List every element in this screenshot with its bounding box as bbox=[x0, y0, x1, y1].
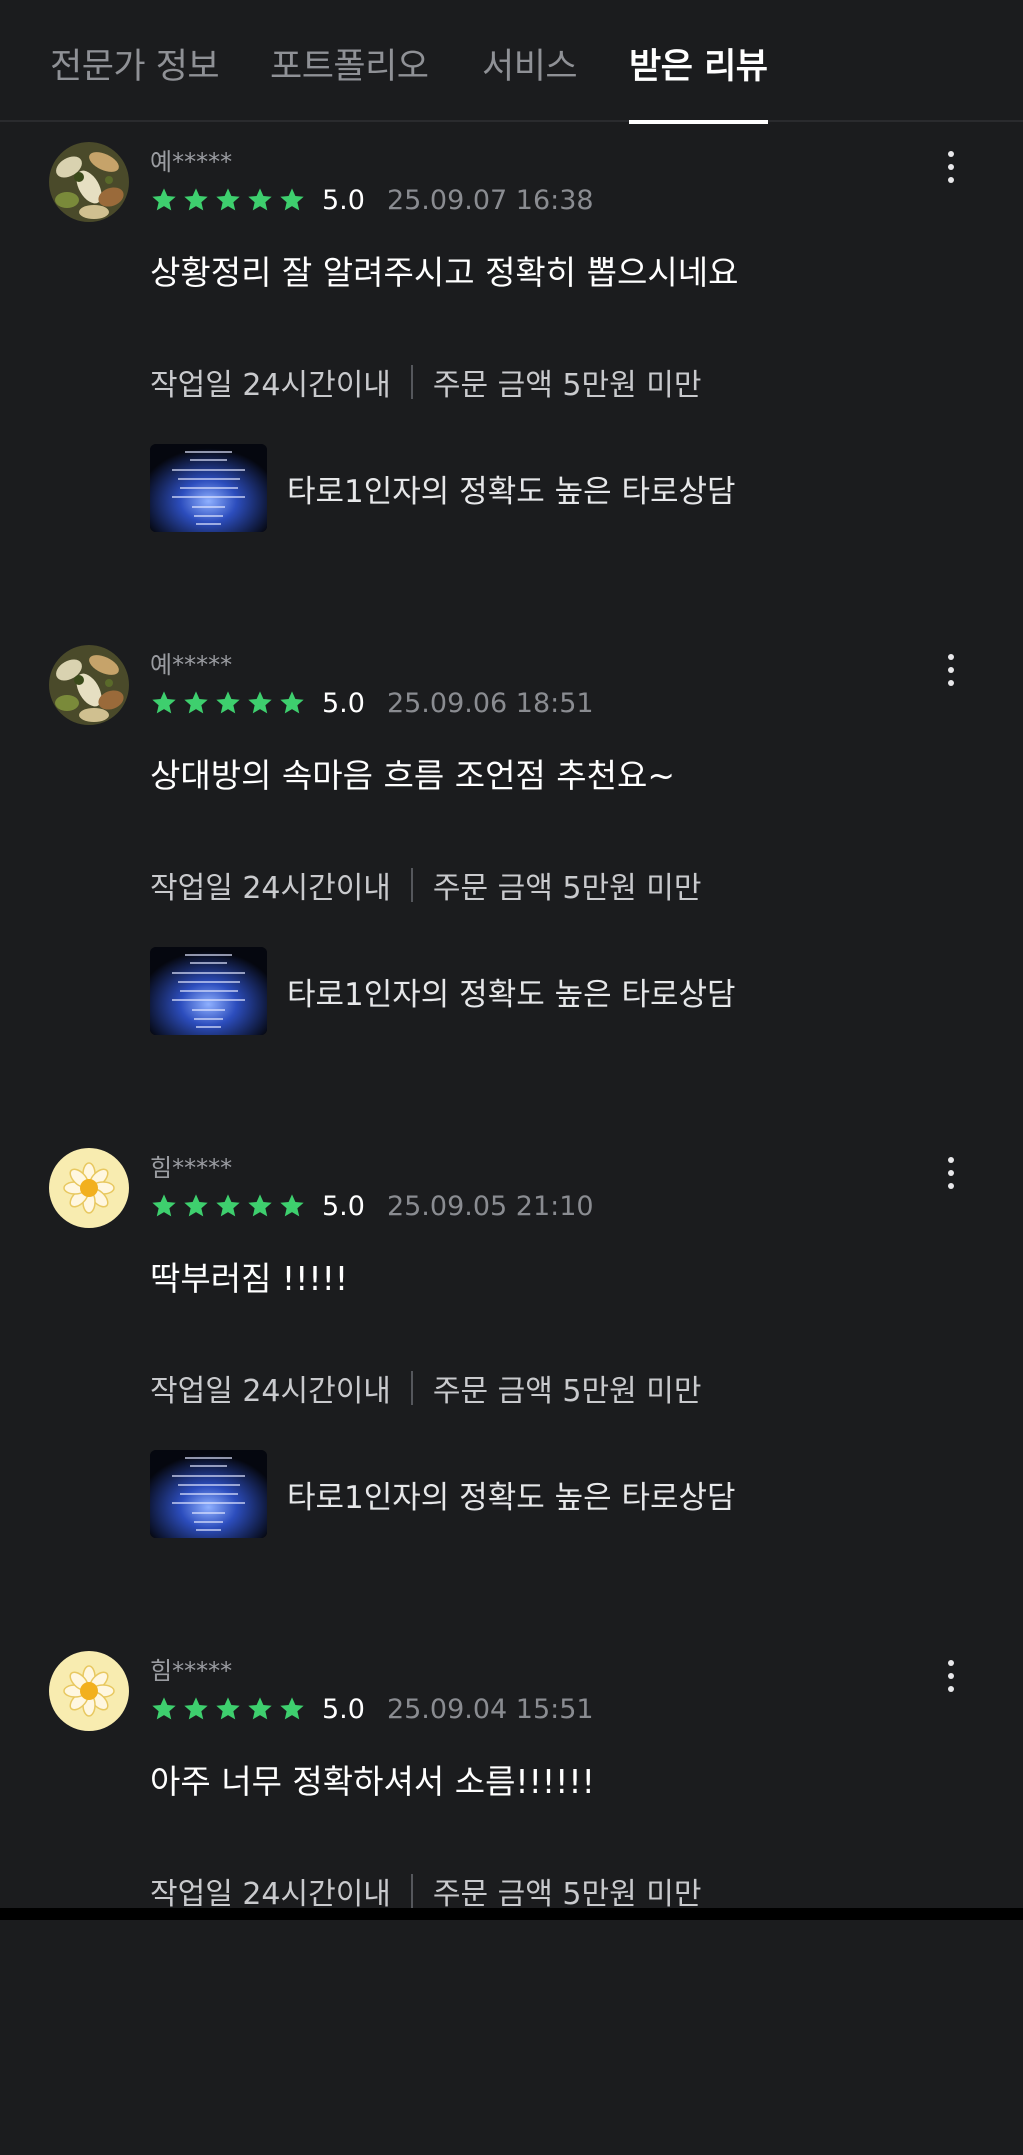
review-item: 힘***** 5.0 25.09.05 21:10 딱부러짐 !!!!! 작업일 24시… bbox=[0, 1148, 1023, 1652]
divider bbox=[410, 1874, 413, 1908]
rating-row: 5.0 25.09.07 16:38 bbox=[150, 184, 594, 216]
rating-row: 5.0 25.09.04 15:51 bbox=[150, 1693, 594, 1725]
tab-bar: 전문가 정보 포트폴리오 서비스 받은 리뷰 bbox=[0, 0, 1023, 124]
service-link[interactable]: 타로1인자의 정확도 높은 타로상담 bbox=[150, 947, 736, 1035]
reviewer-name: 예***** bbox=[150, 148, 233, 176]
service-title: 타로1인자의 정확도 높은 타로상담 bbox=[287, 473, 736, 510]
reviewer-name: 힘***** bbox=[150, 1154, 233, 1182]
star-icon bbox=[182, 1192, 210, 1220]
star-icon bbox=[246, 186, 274, 214]
avatar[interactable] bbox=[49, 1148, 129, 1228]
star-icon bbox=[246, 1695, 274, 1723]
more-options-icon[interactable] bbox=[934, 645, 968, 695]
more-options-icon[interactable] bbox=[934, 142, 968, 192]
review-date: 25.09.06 18:51 bbox=[386, 687, 594, 719]
service-thumbnail bbox=[150, 444, 267, 532]
star-rating bbox=[150, 186, 306, 214]
work-period: 작업일 24시간이내 bbox=[150, 1877, 391, 1912]
review-item: 예***** 5.0 25.09.06 18:51 상대방의 속마음 흐름 조언점 추… bbox=[0, 645, 1023, 1149]
star-icon bbox=[278, 186, 306, 214]
star-icon bbox=[214, 186, 242, 214]
review-text: 아주 너무 정확하셔서 소름!!!!!! bbox=[150, 1762, 595, 1801]
more-options-icon[interactable] bbox=[934, 1651, 968, 1701]
star-rating bbox=[150, 1695, 306, 1723]
star-icon bbox=[278, 1695, 306, 1723]
divider bbox=[410, 1371, 413, 1405]
star-icon bbox=[214, 689, 242, 717]
star-icon bbox=[214, 1695, 242, 1723]
rating-score: 5.0 bbox=[322, 1693, 365, 1725]
order-amount: 주문 금액 5만원 미만 bbox=[432, 1877, 702, 1912]
service-title: 타로1인자의 정확도 높은 타로상담 bbox=[287, 1479, 736, 1516]
service-link[interactable]: 타로1인자의 정확도 높은 타로상담 bbox=[150, 444, 736, 532]
star-icon bbox=[150, 689, 178, 717]
order-amount: 주문 금액 5만원 미만 bbox=[432, 368, 702, 403]
star-icon bbox=[214, 1192, 242, 1220]
star-icon bbox=[246, 689, 274, 717]
rating-row: 5.0 25.09.06 18:51 bbox=[150, 687, 594, 719]
avatar[interactable] bbox=[49, 1651, 129, 1731]
tab-expert-info[interactable]: 전문가 정보 bbox=[50, 38, 220, 122]
star-icon bbox=[150, 1695, 178, 1723]
reviewer-name: 예***** bbox=[150, 651, 233, 679]
review-date: 25.09.04 15:51 bbox=[386, 1693, 594, 1725]
divider bbox=[410, 365, 413, 399]
review-date: 25.09.05 21:10 bbox=[386, 1190, 594, 1222]
order-amount: 주문 금액 5만원 미만 bbox=[432, 1374, 702, 1409]
review-item: 힘***** 5.0 25.09.04 15:51 아주 너무 정확하셔서 소름!!!… bbox=[0, 1651, 1023, 2155]
rating-score: 5.0 bbox=[322, 687, 365, 719]
review-text: 상대방의 속마음 흐름 조언점 추천요~ bbox=[150, 756, 676, 795]
star-icon bbox=[150, 1192, 178, 1220]
tab-portfolio[interactable]: 포트폴리오 bbox=[270, 38, 429, 122]
service-thumbnail bbox=[150, 947, 267, 1035]
star-icon bbox=[150, 186, 178, 214]
tab-services[interactable]: 서비스 bbox=[482, 38, 578, 122]
order-amount: 주문 금액 5만원 미만 bbox=[432, 871, 702, 906]
rating-score: 5.0 bbox=[322, 1190, 365, 1222]
service-thumbnail bbox=[150, 1450, 267, 1538]
star-icon bbox=[278, 1192, 306, 1220]
work-period: 작업일 24시간이내 bbox=[150, 1374, 391, 1409]
review-meta: 작업일 24시간이내 주문 금액 5만원 미만 bbox=[150, 1366, 701, 1410]
rating-row: 5.0 25.09.05 21:10 bbox=[150, 1190, 594, 1222]
star-rating bbox=[150, 689, 306, 717]
review-meta: 작업일 24시간이내 주문 금액 5만원 미만 bbox=[150, 1869, 701, 1913]
star-icon bbox=[182, 689, 210, 717]
star-rating bbox=[150, 1192, 306, 1220]
star-icon bbox=[182, 186, 210, 214]
avatar[interactable] bbox=[49, 645, 129, 725]
rating-score: 5.0 bbox=[322, 184, 365, 216]
star-icon bbox=[278, 689, 306, 717]
work-period: 작업일 24시간이내 bbox=[150, 368, 391, 403]
tab-received-reviews[interactable]: 받은 리뷰 bbox=[629, 38, 768, 124]
service-title: 타로1인자의 정확도 높은 타로상담 bbox=[287, 976, 736, 1013]
avatar[interactable] bbox=[49, 142, 129, 222]
reviewer-name: 힘***** bbox=[150, 1657, 233, 1685]
work-period: 작업일 24시간이내 bbox=[150, 871, 391, 906]
review-text: 상황정리 잘 알려주시고 정확히 뽑으시네요 bbox=[150, 253, 739, 292]
star-icon bbox=[182, 1695, 210, 1723]
bottom-edge bbox=[0, 1908, 1023, 1920]
review-meta: 작업일 24시간이내 주문 금액 5만원 미만 bbox=[150, 360, 701, 404]
star-icon bbox=[246, 1192, 274, 1220]
review-text: 딱부러짐 !!!!! bbox=[150, 1259, 349, 1298]
divider bbox=[410, 868, 413, 902]
more-options-icon[interactable] bbox=[934, 1148, 968, 1198]
service-link[interactable]: 타로1인자의 정확도 높은 타로상담 bbox=[150, 1450, 736, 1538]
review-meta: 작업일 24시간이내 주문 금액 5만원 미만 bbox=[150, 863, 701, 907]
review-item: 예***** 5.0 25.09.07 16:38 상황정리 잘 알려주시고 정확히 … bbox=[0, 142, 1023, 646]
review-date: 25.09.07 16:38 bbox=[386, 184, 594, 216]
